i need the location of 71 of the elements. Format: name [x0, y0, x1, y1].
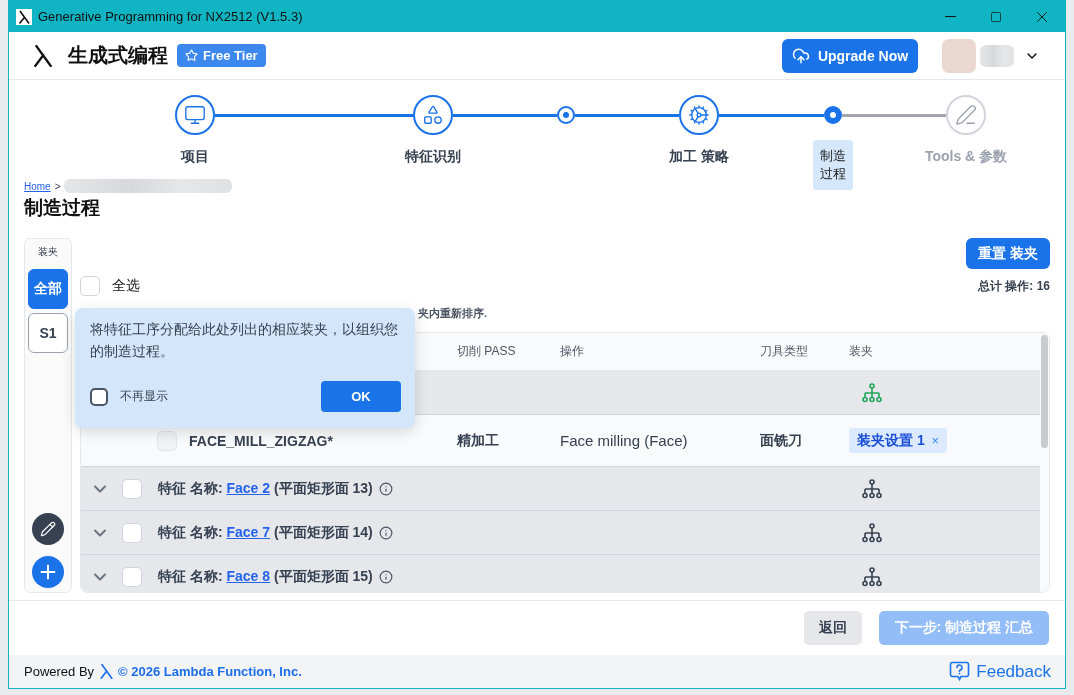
column-header: 操作 — [560, 343, 584, 360]
reorder-hint: 夹内重新排序. — [418, 307, 488, 320]
hierarchy-icon[interactable] — [862, 522, 882, 543]
hierarchy-icon[interactable] — [862, 478, 882, 499]
info-icon[interactable] — [378, 525, 393, 540]
step-label: 特征识别 — [405, 147, 461, 165]
window-title: Generative Programming for NX2512 (V1.5.3) — [38, 9, 303, 24]
operation-name: FACE_MILL_ZIGZAG* — [189, 432, 333, 449]
gear-step-icon[interactable] — [679, 95, 719, 135]
reset-fixtures-button[interactable]: 重置 装夹 — [966, 238, 1050, 269]
cloud-upload-icon — [791, 46, 810, 65]
info-icon[interactable] — [378, 481, 393, 496]
checkbox[interactable] — [90, 387, 108, 406]
home-link[interactable]: Home — [24, 180, 51, 192]
column-header: 刀具类型 — [760, 343, 808, 360]
ok-button[interactable]: OK — [321, 381, 401, 412]
total-operations: 总计 操作: 16 — [978, 277, 1050, 295]
pencil-icon — [40, 521, 56, 537]
step-label: 加工 策略 — [669, 147, 729, 165]
star-icon — [185, 49, 198, 62]
hierarchy-icon[interactable] — [862, 566, 882, 587]
tip-text: 将特征工序分配给此处列出的相应装夹，以组织您的制造过程。 — [90, 320, 399, 361]
dont-show-label: 不再显示 — [120, 388, 168, 405]
feature-row[interactable]: 特征 名称: Face 2 (平面矩形面 13) — [81, 467, 1040, 511]
step-dot[interactable] — [557, 106, 575, 124]
shapes-step-icon[interactable] — [413, 95, 453, 135]
step-label: 项目 — [181, 147, 209, 165]
fixture-button[interactable]: S1 — [28, 313, 68, 353]
feature-name-label: 特征 名称: Face 7 (平面矩形面 14) — [158, 523, 373, 542]
lambda-logo — [99, 664, 115, 679]
upgrade-button[interactable]: Upgrade Now — [782, 38, 918, 73]
step-dot[interactable] — [824, 106, 842, 124]
breadcrumb-separator: > — [54, 180, 61, 192]
minimize-icon — [944, 15, 956, 18]
monitor-step-icon[interactable] — [175, 95, 215, 135]
feedback-label: Feedback — [976, 661, 1051, 682]
info-icon[interactable] — [378, 569, 393, 584]
copyright-link[interactable]: © 2026 Lambda Function, Inc. — [118, 664, 302, 679]
step-label: 制造过程 — [813, 140, 853, 190]
maximize-icon — [990, 10, 1002, 23]
feature-link[interactable]: Face 2 — [226, 479, 271, 496]
table-cell: 面铣刀 — [760, 431, 802, 450]
table-cell: Face milling (Face) — [560, 432, 688, 449]
app-icon — [16, 8, 32, 25]
feature-name-label: 特征 名称: Face 2 (平面矩形面 13) — [158, 479, 373, 498]
feature-row[interactable]: 特征 名称: Face 7 (平面矩形面 14) — [81, 511, 1040, 555]
app-name: 生成式编程 — [68, 43, 168, 68]
feature-link[interactable]: Face 7 — [226, 523, 271, 540]
back-button[interactable]: 返回 — [803, 611, 862, 645]
select-all-label: 全选 — [112, 277, 140, 295]
table-cell: 精加工 — [457, 431, 499, 450]
redacted-text-placeholder — [980, 44, 1014, 67]
feature-link[interactable]: Face 8 — [226, 567, 271, 584]
feedback-link[interactable]: Feedback — [949, 661, 1051, 682]
feature-row[interactable]: 特征 名称: Face 8 (平面矩形面 15) — [81, 555, 1040, 592]
plan-badge-label: Free Tier — [203, 48, 258, 63]
powered-by-label: Powered By — [24, 664, 95, 679]
feature-name-label: 特征 名称: Face 8 (平面矩形面 15) — [158, 567, 373, 586]
page-title: 制造过程 — [24, 196, 100, 220]
scrollbar-thumb[interactable] — [1041, 335, 1048, 448]
sidebar-title: 装夹 — [38, 246, 58, 258]
help-icon — [949, 661, 971, 682]
column-header: 装夹 — [849, 343, 873, 360]
pen-step-icon[interactable] — [946, 95, 986, 135]
step-label: Tools & 参数 — [924, 147, 1008, 165]
fixture-button[interactable]: 全部 — [28, 269, 68, 309]
add-button[interactable] — [32, 556, 64, 588]
edit-button[interactable] — [32, 513, 64, 545]
column-header: 切削 PASS — [457, 343, 516, 360]
lambda-logo — [32, 44, 54, 67]
fixture-tag-label: 装夹设置 1 — [857, 431, 925, 450]
